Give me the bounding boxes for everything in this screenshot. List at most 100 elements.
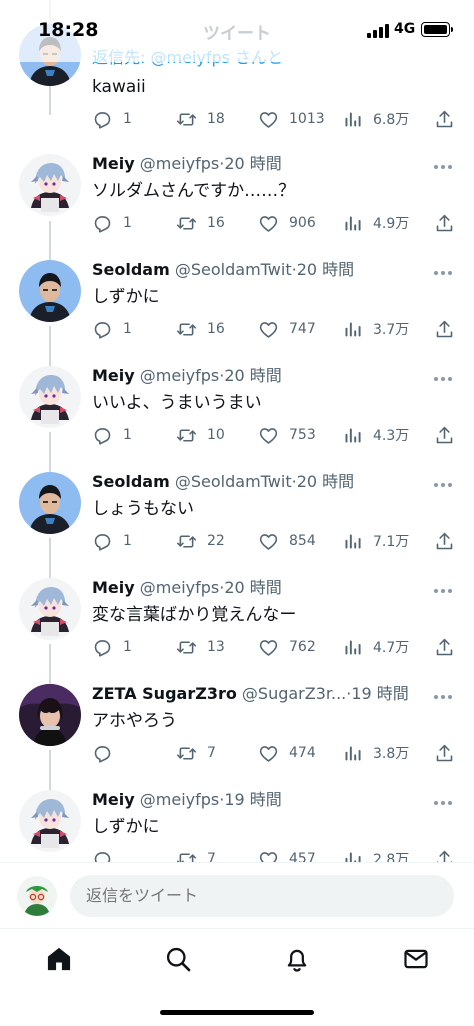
share-button[interactable]	[434, 742, 455, 764]
display-name[interactable]: Seoldam	[92, 260, 170, 279]
more-options-button[interactable]	[434, 581, 456, 595]
views-button[interactable]: 4.3万	[342, 424, 409, 446]
tweet-timestamp[interactable]: 19 時間	[351, 684, 408, 703]
views-button[interactable]: 6.8万	[342, 108, 409, 130]
retweet-button[interactable]: 16	[176, 318, 225, 340]
tweet-text: ソルダムさんですか……？	[92, 181, 296, 201]
reply-button[interactable]	[92, 848, 123, 862]
tweet-header: Meiy @meiyfps·20 時間	[92, 578, 282, 597]
share-button[interactable]	[434, 424, 455, 446]
retweet-button[interactable]: 22	[176, 530, 225, 552]
reply-button[interactable]: 1	[92, 108, 132, 130]
reply-button[interactable]	[92, 742, 123, 764]
views-button[interactable]: 3.8万	[342, 742, 409, 764]
views-button[interactable]: 4.9万	[342, 212, 409, 234]
user-handle[interactable]: @SeoldamTwit	[175, 472, 292, 491]
avatar[interactable]	[19, 472, 81, 534]
display-name[interactable]: Meiy	[92, 578, 135, 597]
user-handle[interactable]: @SeoldamTwit	[175, 260, 292, 279]
avatar[interactable]	[19, 790, 81, 852]
share-icon	[434, 743, 455, 764]
reply-button[interactable]: 1	[92, 318, 132, 340]
reply-button[interactable]: 1	[92, 212, 132, 234]
more-options-button[interactable]	[434, 369, 456, 383]
view-count: 3.7万	[373, 322, 410, 338]
retweet-button[interactable]: 18	[176, 108, 225, 130]
display-name[interactable]: Meiy	[92, 790, 135, 809]
share-icon	[434, 425, 455, 446]
user-handle[interactable]: @meiyfps	[140, 578, 219, 597]
like-button[interactable]: 474	[258, 742, 316, 764]
tweet-timestamp[interactable]: 20 時間	[297, 260, 354, 279]
retweet-button[interactable]: 7	[176, 848, 216, 862]
like-count: 762	[289, 639, 316, 655]
tweet-thread[interactable]: 返信先: @meiyfps さんと kawaii 1 18 1013 6.8万 …	[0, 0, 474, 862]
user-handle[interactable]: @meiyfps	[140, 790, 219, 809]
retweet-icon	[176, 425, 197, 446]
display-name[interactable]: Seoldam	[92, 472, 170, 491]
network-type: 4G	[394, 21, 416, 37]
user-handle[interactable]: @meiyfps	[140, 154, 219, 173]
retweet-button[interactable]: 7	[176, 742, 216, 764]
home-indicator[interactable]	[160, 1010, 314, 1015]
display-name[interactable]: Meiy	[92, 366, 135, 385]
tweet-timestamp[interactable]: 19 時間	[224, 790, 281, 809]
like-button[interactable]: 854	[258, 530, 316, 552]
tweet-timestamp[interactable]: 20 時間	[297, 472, 354, 491]
user-handle[interactable]: @meiyfps	[140, 366, 219, 385]
share-button[interactable]	[434, 530, 455, 552]
avatar[interactable]	[19, 366, 81, 428]
more-options-button[interactable]	[434, 475, 456, 489]
reply-button[interactable]: 1	[92, 424, 132, 446]
more-options-button[interactable]	[434, 263, 456, 277]
like-button[interactable]: 1013	[258, 108, 325, 130]
reply-icon	[92, 849, 113, 863]
tweet-timestamp[interactable]: 20 時間	[224, 154, 281, 173]
views-button[interactable]: 2.8万	[342, 848, 409, 862]
avatar[interactable]	[19, 578, 81, 640]
more-options-button[interactable]	[434, 793, 456, 807]
like-button[interactable]: 753	[258, 424, 316, 446]
views-button[interactable]: 3.7万	[342, 318, 409, 340]
like-count: 474	[289, 745, 316, 761]
reply-count: 1	[123, 639, 132, 655]
retweet-button[interactable]: 10	[176, 424, 225, 446]
avatar[interactable]	[19, 260, 81, 322]
share-button[interactable]	[434, 318, 455, 340]
share-button[interactable]	[434, 636, 455, 658]
display-name[interactable]: Meiy	[92, 154, 135, 173]
like-button[interactable]: 906	[258, 212, 316, 234]
tweet-actions: 1 18 1013 6.8万	[92, 108, 462, 130]
like-button[interactable]: 747	[258, 318, 316, 340]
share-button[interactable]	[434, 848, 455, 862]
like-button[interactable]: 762	[258, 636, 316, 658]
more-options-button[interactable]	[434, 687, 456, 701]
avatar[interactable]	[19, 684, 81, 746]
views-button[interactable]: 4.7万	[342, 636, 409, 658]
tweet-header: Meiy @meiyfps·20 時間	[92, 154, 282, 173]
heart-icon	[258, 849, 279, 863]
reply-input[interactable]	[70, 875, 454, 917]
retweet-icon	[176, 213, 197, 234]
tweet-timestamp[interactable]: 20 時間	[224, 578, 281, 597]
tab-home[interactable]	[39, 939, 79, 979]
tab-notifications[interactable]	[277, 939, 317, 979]
thread-connector	[49, 326, 51, 370]
retweet-button[interactable]: 16	[176, 212, 225, 234]
tweet-timestamp[interactable]: 20 時間	[224, 366, 281, 385]
tab-search[interactable]	[158, 939, 198, 979]
views-icon	[342, 425, 363, 446]
share-button[interactable]	[434, 212, 455, 234]
display-name[interactable]: ZETA SugarZ3ro	[92, 684, 237, 703]
like-button[interactable]: 457	[258, 848, 316, 862]
reply-button[interactable]: 1	[92, 530, 132, 552]
retweet-button[interactable]: 13	[176, 636, 225, 658]
tab-messages[interactable]	[396, 939, 436, 979]
reply-button[interactable]: 1	[92, 636, 132, 658]
avatar[interactable]	[19, 154, 81, 216]
share-button[interactable]	[434, 108, 455, 130]
like-count: 747	[289, 321, 316, 337]
more-options-button[interactable]	[434, 157, 456, 171]
user-handle[interactable]: @SugarZ3r...	[242, 684, 346, 703]
views-button[interactable]: 7.1万	[342, 530, 409, 552]
